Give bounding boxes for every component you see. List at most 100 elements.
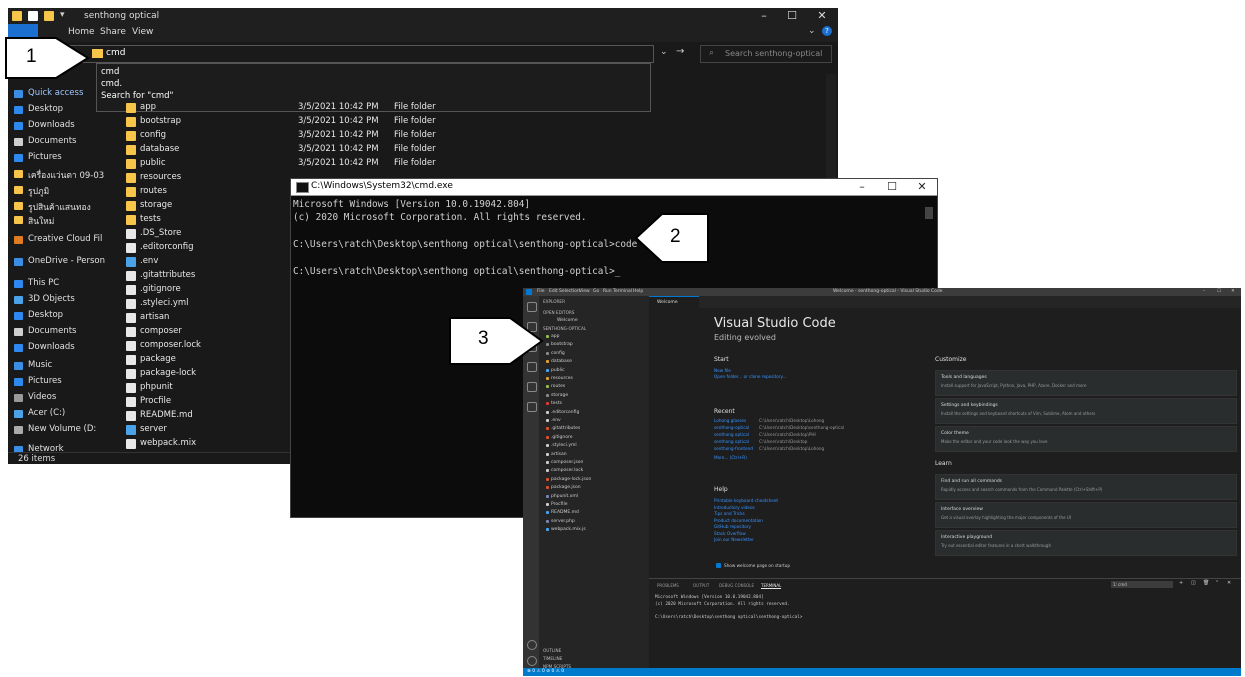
autocomplete-item[interactable]: cmd [101,67,119,77]
nav-item-8[interactable]: สินใหม่ [28,214,54,228]
nav-item-6[interactable]: รูปภูมิ [28,184,49,198]
help-link[interactable]: GitHub repository [714,524,751,529]
nav-item-16[interactable]: Music [28,360,52,370]
recent-item[interactable]: senthong-frontend [714,446,753,451]
card-title: Interface overview [941,507,983,512]
learn-card[interactable]: Interactive playground Try out essential … [935,530,1237,556]
autocomplete-item[interactable]: Search for "cmd" [101,91,173,101]
nav-item-17[interactable]: Pictures [28,376,62,386]
nav-item-2[interactable]: Downloads [28,120,75,130]
picture-icon [14,154,23,162]
address-dropdown-icon[interactable]: ⌄ [660,47,668,57]
nav-item-18[interactable]: Videos [28,392,56,402]
learn-card[interactable]: Find and run all commands Rapidly access … [935,474,1237,500]
tab-problems[interactable]: PROBLEMS [657,583,679,588]
help-link[interactable]: Join our Newsletter [714,537,754,542]
folder-icon [126,103,136,113]
status-problems[interactable]: ⊗ 0 ⚠ 0 ⊘ 0 ⚠ 0 [527,669,564,674]
learn-card[interactable]: Interface overview Get a visual overlay h… [935,502,1237,528]
close-button[interactable]: ✕ [907,179,937,195]
nav-item-19[interactable]: Acer (C:) [28,408,65,418]
trash-icon[interactable]: 🗑 [1203,580,1209,586]
nav-item-15[interactable]: Downloads [28,342,75,352]
nav-item-1[interactable]: Desktop [28,104,63,114]
customize-card[interactable]: Tools and languages Install support for J… [935,370,1237,396]
file-type: File folder [394,102,436,112]
expand-ribbon-icon[interactable]: ⌄ [808,26,816,36]
maximize-button[interactable]: ☐ [778,8,806,24]
help-link[interactable]: Printable keyboard cheatsheet [714,498,778,503]
recent-item[interactable]: senthong optical [714,439,749,444]
help-heading: Help [714,486,728,493]
split-terminal-icon[interactable]: ◫ [1191,580,1196,586]
file-row[interactable]: config 3/5/2021 10:42 PM File folder [126,130,826,143]
add-terminal-icon[interactable]: + [1179,580,1183,586]
checkmark-icon[interactable] [28,11,38,21]
tab-share[interactable]: Share [100,27,126,37]
recent-item[interactable]: Lohong glasses [714,418,746,423]
customize-card[interactable]: Settings and keybindings Install the sett… [935,398,1237,424]
more-recent-link[interactable]: More... (Ctrl+R) [714,455,747,460]
recent-item[interactable]: senthong-optical [714,425,749,430]
search-box[interactable]: ⌕ Search senthong-optical [700,45,832,63]
address-input[interactable]: cmd [106,48,125,58]
nav-item-13[interactable]: Desktop [28,310,63,320]
customize-card[interactable]: Color theme Make the editor and your code… [935,426,1237,452]
file-row[interactable]: public 3/5/2021 10:42 PM File folder [126,158,826,171]
tab-output[interactable]: OUTPUT [693,583,709,588]
file-name: composer.lock [140,340,201,350]
search-input[interactable]: Search senthong-optical [725,49,822,58]
address-bar[interactable]: cmd [16,45,654,63]
close-panel-icon[interactable]: ✕ [1227,580,1231,586]
help-link[interactable]: Product documentation [714,518,763,523]
nav-item-3[interactable]: Documents [28,136,76,146]
scrollbar-thumb[interactable] [925,207,933,219]
file-date: 3/5/2021 10:42 PM [298,158,379,168]
new-folder-icon[interactable] [44,11,54,21]
help-link[interactable]: Stack Overflow [714,531,746,536]
folder-icon [14,202,23,210]
timeline-section[interactable]: TIMELINE [543,656,562,661]
settings-gear-icon[interactable] [527,656,537,666]
show-welcome-checkbox[interactable] [716,563,721,568]
quick-access-dropdown-icon[interactable]: ▾ [60,10,65,20]
terminal-select[interactable]: 1: cmd [1111,581,1173,588]
outline-section[interactable]: OUTLINE [543,648,561,653]
start-heading: Start [714,356,729,363]
callout-2: 2 [634,212,710,264]
nav-item-10[interactable]: OneDrive - Person [28,256,105,266]
account-icon[interactable] [527,640,537,650]
close-button[interactable]: ✕ [808,8,836,24]
maximize-button[interactable]: ☐ [877,179,907,195]
file-row[interactable]: bootstrap 3/5/2021 10:42 PM File folder [126,116,826,129]
nav-item-0[interactable]: Quick access [28,88,83,98]
tab-view[interactable]: View [132,27,153,37]
nav-item-11[interactable]: This PC [28,278,59,288]
folder-icon [126,145,136,155]
open-folder-link[interactable]: Open folder... or clone repository... [714,374,786,379]
tab-debug-console[interactable]: DEBUG CONSOLE [719,583,754,588]
nav-item-7[interactable]: รูปสินค้าแสนทอง [28,200,91,214]
tab-terminal[interactable]: TERMINAL [761,583,782,589]
maximize-panel-icon[interactable]: ⌃ [1215,580,1219,586]
help-icon[interactable]: ? [822,26,832,36]
help-link[interactable]: Introductory videos [714,505,755,510]
nav-item-5[interactable]: เครื่องแว่นตา 09-03 [28,168,104,182]
new-file-link[interactable]: New file [714,368,731,373]
nav-item-12[interactable]: 3D Objects [28,294,75,304]
file-name: Procfile [140,396,172,406]
explorer-titlebar: ▾ senthong optical – ☐ ✕ [8,8,838,24]
help-link[interactable]: Tips and Tricks [714,511,745,516]
minimize-button[interactable]: – [847,179,877,195]
nav-item-9[interactable]: Creative Cloud Fil [28,234,102,244]
file-row[interactable]: app 3/5/2021 10:42 PM File folder [126,102,826,115]
folder-icon [12,11,22,21]
minimize-button[interactable]: – [750,8,778,24]
go-arrow-icon[interactable]: → [676,46,684,57]
recent-item[interactable]: senthong optical [714,432,749,437]
nav-item-20[interactable]: New Volume (D: [28,424,96,434]
nav-item-14[interactable]: Documents [28,326,76,336]
file-row[interactable]: database 3/5/2021 10:42 PM File folder [126,144,826,157]
nav-item-4[interactable]: Pictures [28,152,62,162]
vscode-window: File Edit Selection View Go Run Terminal Help W… [523,288,1241,676]
